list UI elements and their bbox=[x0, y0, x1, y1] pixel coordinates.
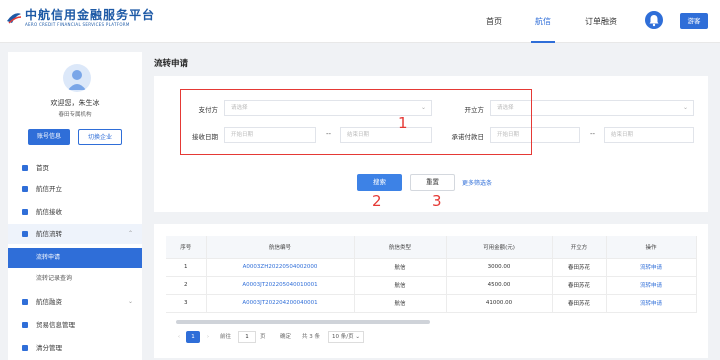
company-name: 春田专属机构 bbox=[58, 112, 92, 118]
next-page-icon[interactable]: › bbox=[203, 331, 213, 343]
page-unit: 页 bbox=[260, 334, 266, 340]
col-type: 航信类型 bbox=[354, 236, 447, 259]
annotation-1: 1 bbox=[398, 114, 408, 132]
horizontal-scrollbar[interactable] bbox=[176, 320, 430, 324]
total-count: 共 3 条 bbox=[302, 334, 320, 340]
record-number-link[interactable]: A0003JT202205040010001 bbox=[206, 276, 355, 295]
settle-icon bbox=[22, 345, 28, 351]
pay-end-date[interactable]: 结束日期 bbox=[604, 127, 694, 143]
chevron-down-icon: ⌄ bbox=[682, 104, 688, 111]
confirm-button[interactable]: 确定 bbox=[280, 331, 291, 343]
edit-icon bbox=[22, 186, 28, 192]
chevron-up-icon: ⌃ bbox=[128, 230, 134, 237]
col-index: 序号 bbox=[166, 236, 207, 259]
annotation-box bbox=[180, 89, 532, 155]
transfer-apply-link[interactable]: 流转申请 bbox=[606, 276, 697, 295]
nav-hangxin[interactable]: 航信 bbox=[523, 0, 563, 43]
goto-label: 前往 bbox=[220, 334, 232, 340]
col-action: 操作 bbox=[606, 236, 697, 259]
annotation-3: 3 bbox=[432, 192, 442, 210]
prev-page-icon[interactable]: ‹ bbox=[174, 331, 184, 343]
pay-date-range-separator: -- bbox=[590, 130, 596, 138]
sidebar-item-transfer[interactable]: 航信流转 ⌃ bbox=[8, 224, 142, 244]
transfer-apply-link[interactable]: 流转申请 bbox=[606, 294, 697, 313]
search-button[interactable]: 搜索 bbox=[357, 174, 402, 191]
page-1-button[interactable]: 1 bbox=[186, 331, 200, 343]
platform-logo[interactable]: 中航信用金融服务平台 AERO CREDIT FINANCIAL SERVICE… bbox=[6, 8, 155, 28]
chevron-down-icon: ⌄ bbox=[128, 298, 134, 305]
logo-icon bbox=[6, 11, 22, 25]
col-number: 航信编号 bbox=[206, 236, 355, 259]
page-title: 流转申请 bbox=[154, 59, 189, 69]
sidebar-item-trade[interactable]: 贸易信息管理 bbox=[8, 315, 142, 335]
annotation-2: 2 bbox=[372, 192, 382, 210]
reset-button[interactable]: 重置 bbox=[410, 174, 455, 191]
switch-company-button[interactable]: 切换企业 bbox=[78, 129, 122, 145]
notification-bell-icon[interactable] bbox=[645, 11, 663, 29]
sidebar-item-financing[interactable]: 航信融资 ⌄ bbox=[8, 292, 142, 312]
transfer-apply-link[interactable]: 流转申请 bbox=[606, 258, 697, 277]
record-number-link[interactable]: A0003ZH20220504002000 bbox=[206, 258, 355, 277]
record-number-link[interactable]: A0003JT202204200040001 bbox=[206, 294, 355, 313]
nav-home[interactable]: 首页 bbox=[474, 0, 514, 43]
chevron-down-icon: ⌄ bbox=[355, 334, 360, 340]
welcome-text: 欢迎您，朱生冰 bbox=[50, 99, 100, 107]
page-size-select[interactable]: 10 条/页 ⌄ bbox=[328, 331, 364, 343]
goto-page-input[interactable]: 1 bbox=[238, 331, 256, 343]
logo-title: 中航信用金融服务平台 bbox=[25, 8, 156, 22]
transfer-icon bbox=[22, 231, 28, 237]
sidebar-item-home[interactable]: 首页 bbox=[8, 158, 142, 178]
table-row: 1 A0003ZH20220504002000 航信 3000.00 春田苏花 … bbox=[166, 258, 697, 277]
table-header-row: 序号 航信编号 航信类型 可用金额(元) 开立方 操作 bbox=[166, 236, 697, 259]
col-issuer: 开立方 bbox=[552, 236, 607, 259]
inbox-icon bbox=[22, 209, 28, 215]
finance-icon bbox=[22, 299, 28, 305]
results-table: 序号 航信编号 航信类型 可用金额(元) 开立方 操作 1 A0003ZH202… bbox=[166, 236, 697, 313]
sidebar-item-receive[interactable]: 航信接收 bbox=[8, 202, 142, 222]
trade-icon bbox=[22, 322, 28, 328]
more-filters-link[interactable]: 更多筛选条 bbox=[462, 178, 492, 187]
col-amount: 可用金额(元) bbox=[446, 236, 553, 259]
account-info-button[interactable]: 账号信息 bbox=[28, 129, 70, 145]
guest-button[interactable]: 游客 bbox=[680, 13, 708, 29]
avatar bbox=[63, 64, 91, 92]
sidebar-item-transfer-apply[interactable]: 流转申请 bbox=[8, 248, 142, 268]
table-row: 2 A0003JT202205040010001 航信 4500.00 春田苏花… bbox=[166, 276, 697, 295]
nav-order-financing[interactable]: 订单融资 bbox=[573, 0, 629, 43]
nav-active-indicator bbox=[531, 41, 555, 43]
table-row: 3 A0003JT202204200040001 航信 41000.00 春田苏… bbox=[166, 294, 697, 313]
sidebar: 欢迎您，朱生冰 春田专属机构 账号信息 切换企业 首页 航信开立 航信接收 航信… bbox=[8, 52, 142, 360]
home-icon bbox=[22, 165, 28, 171]
sidebar-item-transfer-records[interactable]: 流转记录查询 bbox=[8, 269, 142, 289]
sidebar-item-settlement[interactable]: 清分管理 bbox=[8, 338, 142, 358]
top-header: 中航信用金融服务平台 AERO CREDIT FINANCIAL SERVICE… bbox=[0, 0, 720, 43]
sidebar-item-issue[interactable]: 航信开立 bbox=[8, 179, 142, 199]
logo-subtitle: AERO CREDIT FINANCIAL SERVICES PLATFORM bbox=[25, 22, 130, 27]
